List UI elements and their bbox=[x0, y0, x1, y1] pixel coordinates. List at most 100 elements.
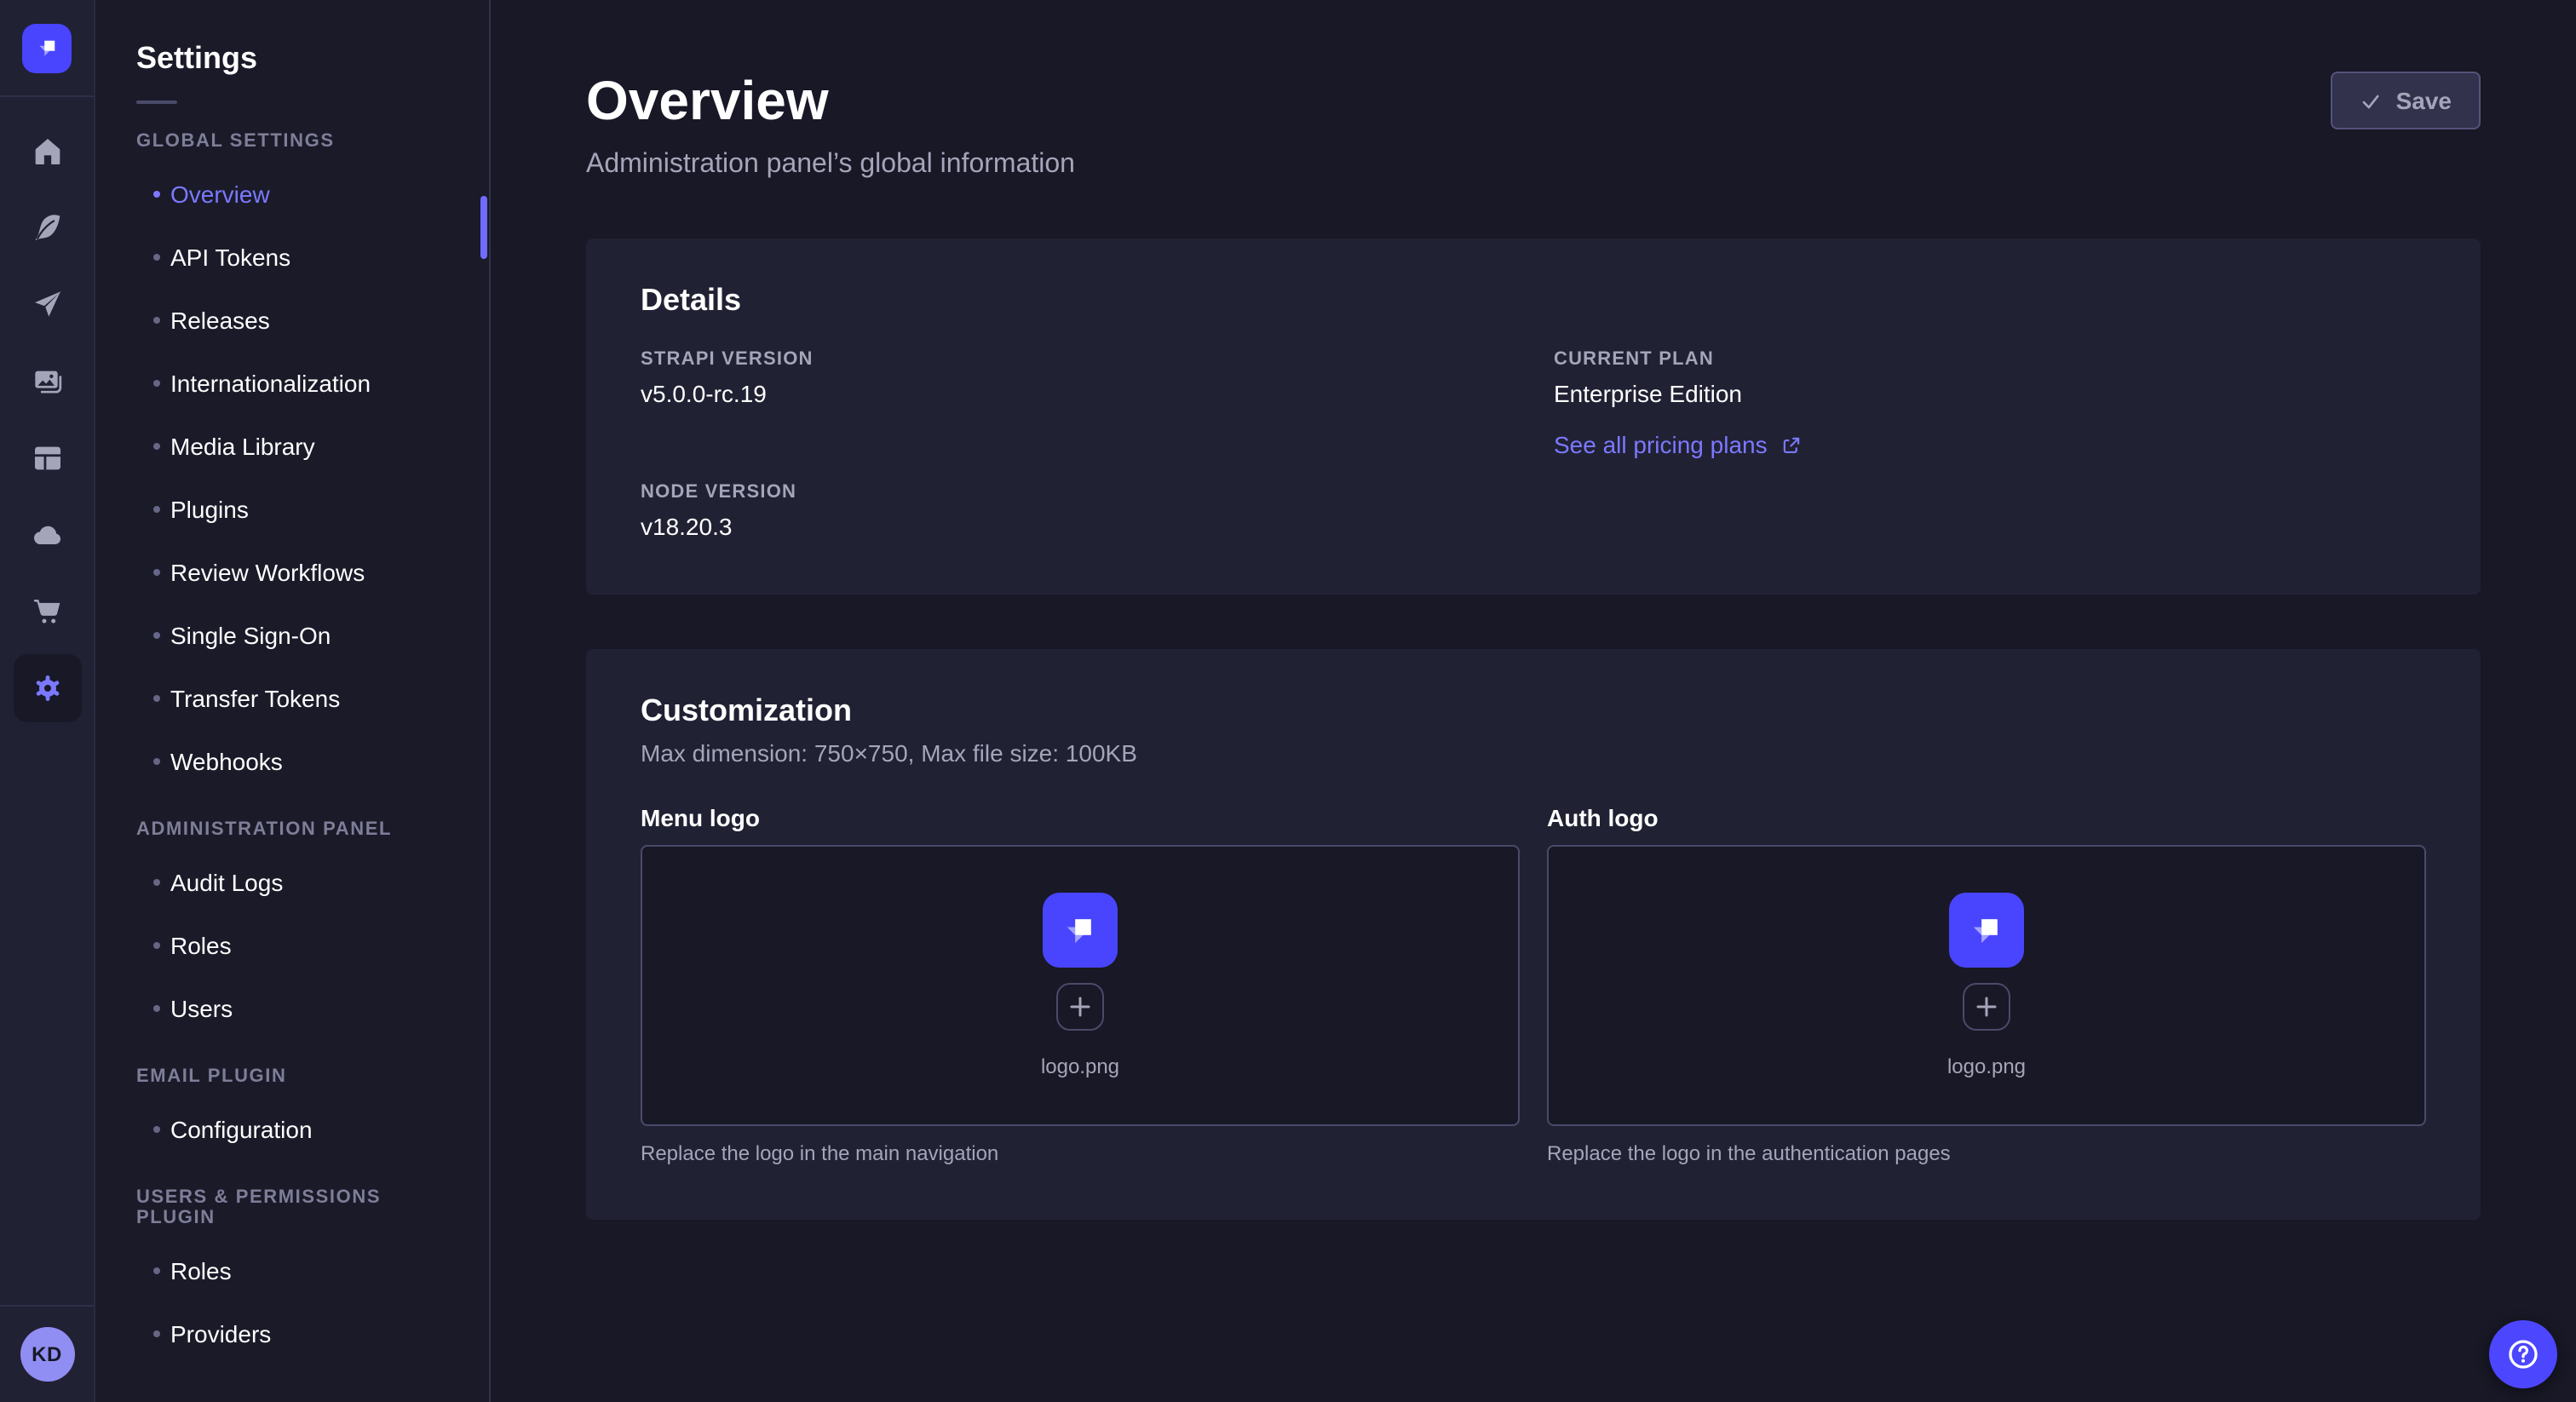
bullet-icon bbox=[153, 442, 160, 449]
nav-media-library-button[interactable] bbox=[13, 348, 81, 416]
bullet-icon bbox=[153, 631, 160, 638]
user-area: KD bbox=[0, 1305, 94, 1402]
auth-logo-label: Auth logo bbox=[1547, 805, 2426, 832]
subnav-section-users-permissions-plugin: USERS & PERMISSIONS PLUGIN bbox=[136, 1187, 448, 1228]
bullet-icon bbox=[153, 505, 160, 512]
menu-logo-hint: Replace the logo in the main navigation bbox=[641, 1142, 1520, 1166]
nav-icon-list bbox=[0, 97, 94, 1305]
subnav-item-email-configuration[interactable]: Configuration bbox=[95, 1097, 489, 1160]
subnav-item-overview[interactable]: Overview bbox=[95, 162, 489, 225]
subnav-item-internationalization[interactable]: Internationalization bbox=[95, 351, 489, 414]
subnav-item-admin-users[interactable]: Users bbox=[95, 976, 489, 1039]
check-icon bbox=[2360, 89, 2383, 112]
media-images-icon bbox=[30, 365, 64, 399]
nav-cloud-button[interactable] bbox=[13, 501, 81, 569]
subnav-item-releases[interactable]: Releases bbox=[95, 288, 489, 351]
menu-logo-field: Menu logo logo.png Replace the logo in t… bbox=[641, 805, 1520, 1166]
strapi-logo-preview bbox=[1949, 893, 2024, 968]
auth-logo-filename: logo.png bbox=[1947, 1055, 2026, 1079]
subnav-scrollbar-thumb[interactable] bbox=[480, 196, 487, 259]
subnav-item-plugins[interactable]: Plugins bbox=[95, 477, 489, 540]
subnav-item-webhooks[interactable]: Webhooks bbox=[95, 729, 489, 792]
details-card: Details STRAPI VERSION v5.0.0-rc.19 NODE… bbox=[586, 239, 2481, 595]
home-icon bbox=[30, 135, 64, 169]
pricing-plans-link[interactable]: See all pricing plans bbox=[1554, 432, 2426, 459]
help-button[interactable] bbox=[2489, 1320, 2557, 1388]
auth-logo-field: Auth logo logo.png Replace the logo in t… bbox=[1547, 805, 2426, 1166]
settings-gear-icon bbox=[30, 671, 64, 705]
bullet-icon bbox=[153, 316, 160, 323]
nav-settings-button[interactable] bbox=[13, 654, 81, 722]
save-button[interactable]: Save bbox=[2332, 72, 2481, 129]
brand-area bbox=[0, 0, 94, 97]
plus-icon bbox=[1068, 996, 1092, 1020]
nav-home-button[interactable] bbox=[13, 118, 81, 186]
page-subtitle: Administration panel’s global informatio… bbox=[586, 151, 1075, 181]
subnav-item-admin-roles[interactable]: Roles bbox=[95, 913, 489, 976]
subnav-item-transfer-tokens[interactable]: Transfer Tokens bbox=[95, 666, 489, 729]
main-nav: KD bbox=[0, 0, 95, 1402]
main-content: Overview Administration panel’s global i… bbox=[491, 0, 2576, 1402]
subnav-list-users-permissions: Roles Providers bbox=[95, 1238, 489, 1365]
strapi-logo[interactable] bbox=[22, 23, 72, 72]
subnav-list-email-plugin: Configuration bbox=[95, 1097, 489, 1160]
bullet-icon bbox=[153, 1004, 160, 1011]
bullet-icon bbox=[153, 1125, 160, 1132]
auth-logo-hint: Replace the logo in the authentication p… bbox=[1547, 1142, 2426, 1166]
external-link-icon bbox=[1781, 434, 1803, 457]
nav-marketplace-button[interactable] bbox=[13, 577, 81, 646]
user-avatar[interactable]: KD bbox=[20, 1327, 74, 1382]
customization-card: Customization Max dimension: 750×750, Ma… bbox=[586, 650, 2481, 1221]
subnav-item-api-tokens[interactable]: API Tokens bbox=[95, 225, 489, 288]
strapi-logo-preview bbox=[1043, 893, 1118, 968]
bullet-icon bbox=[153, 253, 160, 260]
bullet-icon bbox=[153, 694, 160, 701]
cloud-icon bbox=[30, 518, 64, 552]
settings-subnav: Settings GLOBAL SETTINGS Overview API To… bbox=[95, 0, 491, 1402]
auth-logo-add-button[interactable] bbox=[1963, 984, 2010, 1031]
nav-releases-button[interactable] bbox=[13, 271, 81, 339]
menu-logo-add-button[interactable] bbox=[1056, 984, 1104, 1031]
subnav-section-email-plugin: EMAIL PLUGIN bbox=[136, 1066, 448, 1087]
strapi-admin-app: KD Settings GLOBAL SETTINGS Overview API… bbox=[0, 0, 2576, 1402]
strapi-logo-glyph bbox=[32, 32, 62, 63]
details-heading: Details bbox=[641, 284, 2426, 319]
subnav-list-administration-panel: Audit Logs Roles Users bbox=[95, 850, 489, 1039]
bullet-icon bbox=[153, 190, 160, 197]
nav-content-manager-button[interactable] bbox=[13, 194, 81, 262]
bullet-icon bbox=[153, 379, 160, 386]
subnav-item-media-library[interactable]: Media Library bbox=[95, 414, 489, 477]
subnav-item-up-roles[interactable]: Roles bbox=[95, 1238, 489, 1301]
field-current-plan: CURRENT PLAN Enterprise Edition bbox=[1554, 350, 2426, 408]
subnav-list-global-settings: Overview API Tokens Releases Internation… bbox=[95, 162, 489, 792]
subnav-title: Settings bbox=[136, 41, 448, 77]
marketplace-cart-icon bbox=[30, 595, 64, 629]
subnav-item-single-sign-on[interactable]: Single Sign-On bbox=[95, 603, 489, 666]
bullet-icon bbox=[153, 568, 160, 575]
bullet-icon bbox=[153, 941, 160, 948]
menu-logo-filename: logo.png bbox=[1041, 1055, 1119, 1079]
subnav-item-up-providers[interactable]: Providers bbox=[95, 1301, 489, 1365]
feather-icon bbox=[30, 211, 64, 245]
field-node-version: NODE VERSION v18.20.3 bbox=[641, 483, 1513, 541]
subnav-divider bbox=[136, 101, 177, 104]
customization-subheading: Max dimension: 750×750, Max file size: 1… bbox=[641, 740, 2426, 767]
page-title: Overview bbox=[586, 68, 1075, 134]
menu-logo-dropzone[interactable]: logo.png bbox=[641, 846, 1520, 1127]
plus-icon bbox=[1975, 996, 1998, 1020]
customization-heading: Customization bbox=[641, 694, 2426, 730]
bullet-icon bbox=[153, 1267, 160, 1273]
send-icon bbox=[30, 288, 64, 322]
subnav-item-review-workflows[interactable]: Review Workflows bbox=[95, 540, 489, 603]
auth-logo-dropzone[interactable]: logo.png bbox=[1547, 846, 2426, 1127]
bullet-icon bbox=[153, 878, 160, 885]
nav-content-type-builder-button[interactable] bbox=[13, 424, 81, 492]
subnav-item-audit-logs[interactable]: Audit Logs bbox=[95, 850, 489, 913]
question-mark-icon bbox=[2504, 1336, 2542, 1373]
menu-logo-label: Menu logo bbox=[641, 805, 1520, 832]
bullet-icon bbox=[153, 757, 160, 764]
bullet-icon bbox=[153, 1330, 160, 1336]
field-strapi-version: STRAPI VERSION v5.0.0-rc.19 bbox=[641, 350, 1513, 408]
subnav-section-global-settings: GLOBAL SETTINGS bbox=[136, 131, 448, 152]
subnav-section-administration-panel: ADMINISTRATION PANEL bbox=[136, 819, 448, 840]
